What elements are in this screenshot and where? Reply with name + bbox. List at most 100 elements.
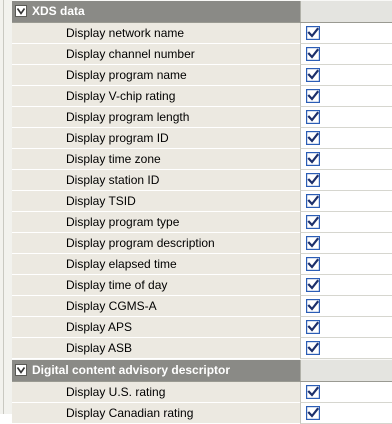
property-value-cell[interactable] bbox=[300, 44, 392, 65]
property-name-cell[interactable]: Display APS bbox=[12, 317, 300, 338]
property-grid: XDS data Display network name Display chan… bbox=[12, 0, 392, 424]
property-row[interactable]: Display APS bbox=[12, 317, 392, 338]
property-label: Display network name bbox=[66, 26, 185, 40]
property-name-cell[interactable]: Display program type bbox=[12, 212, 300, 233]
property-row[interactable]: Display station ID bbox=[12, 170, 392, 191]
property-name-cell[interactable]: Display time zone bbox=[12, 149, 300, 170]
property-name-cell[interactable]: Display program ID bbox=[12, 128, 300, 149]
property-label: Display V-chip rating bbox=[66, 89, 176, 103]
checkbox[interactable] bbox=[306, 26, 320, 40]
property-value-cell[interactable] bbox=[300, 170, 392, 191]
property-row[interactable]: Display CGMS-A bbox=[12, 296, 392, 317]
checkbox[interactable] bbox=[306, 299, 320, 313]
property-label: Display TSID bbox=[66, 194, 136, 208]
property-row[interactable]: Display network name bbox=[12, 23, 392, 44]
property-value-cell[interactable] bbox=[300, 65, 392, 86]
property-value-cell[interactable] bbox=[300, 275, 392, 296]
section-title: XDS data bbox=[32, 4, 85, 18]
property-value-cell[interactable] bbox=[300, 128, 392, 149]
property-name-cell[interactable]: Display program name bbox=[12, 65, 300, 86]
property-label: Display ASB bbox=[66, 341, 133, 355]
checkbox[interactable] bbox=[306, 278, 320, 292]
property-value-cell[interactable] bbox=[300, 317, 392, 338]
property-value-cell[interactable] bbox=[300, 212, 392, 233]
property-row[interactable]: Display program type bbox=[12, 212, 392, 233]
property-value-cell[interactable] bbox=[300, 382, 392, 403]
property-grid-frame: XDS data Display network name Display chan… bbox=[0, 0, 392, 424]
property-name-cell[interactable]: Display U.S. rating bbox=[12, 382, 300, 403]
checkbox[interactable] bbox=[306, 341, 320, 355]
section-title-cell[interactable]: XDS data bbox=[12, 1, 300, 22]
property-label: Display program length bbox=[66, 110, 190, 124]
section-header[interactable]: XDS data bbox=[12, 0, 392, 23]
property-name-cell[interactable]: Display channel number bbox=[12, 44, 300, 65]
checkbox[interactable] bbox=[306, 257, 320, 271]
property-row[interactable]: Display program name bbox=[12, 65, 392, 86]
property-name-cell[interactable]: Display elapsed time bbox=[12, 254, 300, 275]
property-label: Display time zone bbox=[66, 152, 161, 166]
property-row[interactable]: Display program ID bbox=[12, 128, 392, 149]
property-name-cell[interactable]: Display TSID bbox=[12, 191, 300, 212]
property-label: Display program ID bbox=[66, 131, 169, 145]
property-label: Display elapsed time bbox=[66, 257, 177, 271]
property-name-cell[interactable]: Display program description bbox=[12, 233, 300, 254]
collapse-toggle-icon[interactable] bbox=[15, 5, 27, 17]
property-value-cell[interactable] bbox=[300, 233, 392, 254]
checkbox[interactable] bbox=[306, 131, 320, 145]
property-row[interactable]: Display U.S. rating bbox=[12, 382, 392, 403]
property-label: Display U.S. rating bbox=[66, 385, 166, 399]
property-value-cell[interactable] bbox=[300, 191, 392, 212]
checkbox[interactable] bbox=[306, 68, 320, 82]
checkbox[interactable] bbox=[306, 215, 320, 229]
property-row[interactable]: Display program description bbox=[12, 233, 392, 254]
property-value-cell[interactable] bbox=[300, 338, 392, 359]
checkbox[interactable] bbox=[306, 89, 320, 103]
property-row[interactable]: Display elapsed time bbox=[12, 254, 392, 275]
property-name-cell[interactable]: Display time of day bbox=[12, 275, 300, 296]
property-name-cell[interactable]: Display ASB bbox=[12, 338, 300, 359]
section: Digital content advisory descriptor Displ… bbox=[12, 359, 392, 424]
property-row[interactable]: Display time of day bbox=[12, 275, 392, 296]
checkbox[interactable] bbox=[306, 385, 320, 399]
property-value-cell[interactable] bbox=[300, 23, 392, 44]
checkbox[interactable] bbox=[306, 173, 320, 187]
checkbox[interactable] bbox=[306, 152, 320, 166]
property-row[interactable]: Display time zone bbox=[12, 149, 392, 170]
collapse-toggle-icon[interactable] bbox=[15, 364, 27, 376]
property-name-cell[interactable]: Display station ID bbox=[12, 170, 300, 191]
property-label: Display program type bbox=[66, 215, 180, 229]
property-label: Display channel number bbox=[66, 47, 195, 61]
property-name-cell[interactable]: Display CGMS-A bbox=[12, 296, 300, 317]
checkbox[interactable] bbox=[306, 194, 320, 208]
property-row[interactable]: Display ASB bbox=[12, 338, 392, 359]
property-value-cell[interactable] bbox=[300, 107, 392, 128]
property-row[interactable]: Display program length bbox=[12, 107, 392, 128]
property-name-cell[interactable]: Display V-chip rating bbox=[12, 86, 300, 107]
section: XDS data Display network name Display chan… bbox=[12, 0, 392, 359]
property-row[interactable]: Display channel number bbox=[12, 44, 392, 65]
property-name-cell[interactable]: Display program length bbox=[12, 107, 300, 128]
property-value-cell[interactable] bbox=[300, 254, 392, 275]
property-label: Display program description bbox=[66, 236, 215, 250]
property-value-cell[interactable] bbox=[300, 86, 392, 107]
section-title: Digital content advisory descriptor bbox=[32, 363, 231, 377]
section-value-cell bbox=[300, 360, 392, 381]
property-label: Display program name bbox=[66, 68, 187, 82]
property-value-cell[interactable] bbox=[300, 296, 392, 317]
section-title-cell[interactable]: Digital content advisory descriptor bbox=[12, 360, 300, 381]
section-header[interactable]: Digital content advisory descriptor bbox=[12, 359, 392, 382]
property-label: Display APS bbox=[66, 320, 133, 334]
property-row[interactable]: Display TSID bbox=[12, 191, 392, 212]
section-value-cell bbox=[300, 1, 392, 22]
checkbox[interactable] bbox=[306, 47, 320, 61]
property-row[interactable]: Display V-chip rating bbox=[12, 86, 392, 107]
property-value-cell[interactable] bbox=[300, 149, 392, 170]
checkbox[interactable] bbox=[306, 406, 320, 420]
property-label: Display CGMS-A bbox=[66, 299, 157, 313]
property-label: Display time of day bbox=[66, 278, 168, 292]
checkbox[interactable] bbox=[306, 320, 320, 334]
checkbox[interactable] bbox=[306, 110, 320, 124]
checkbox[interactable] bbox=[306, 236, 320, 250]
property-name-cell[interactable]: Display network name bbox=[12, 23, 300, 44]
property-label: Display station ID bbox=[66, 173, 160, 187]
